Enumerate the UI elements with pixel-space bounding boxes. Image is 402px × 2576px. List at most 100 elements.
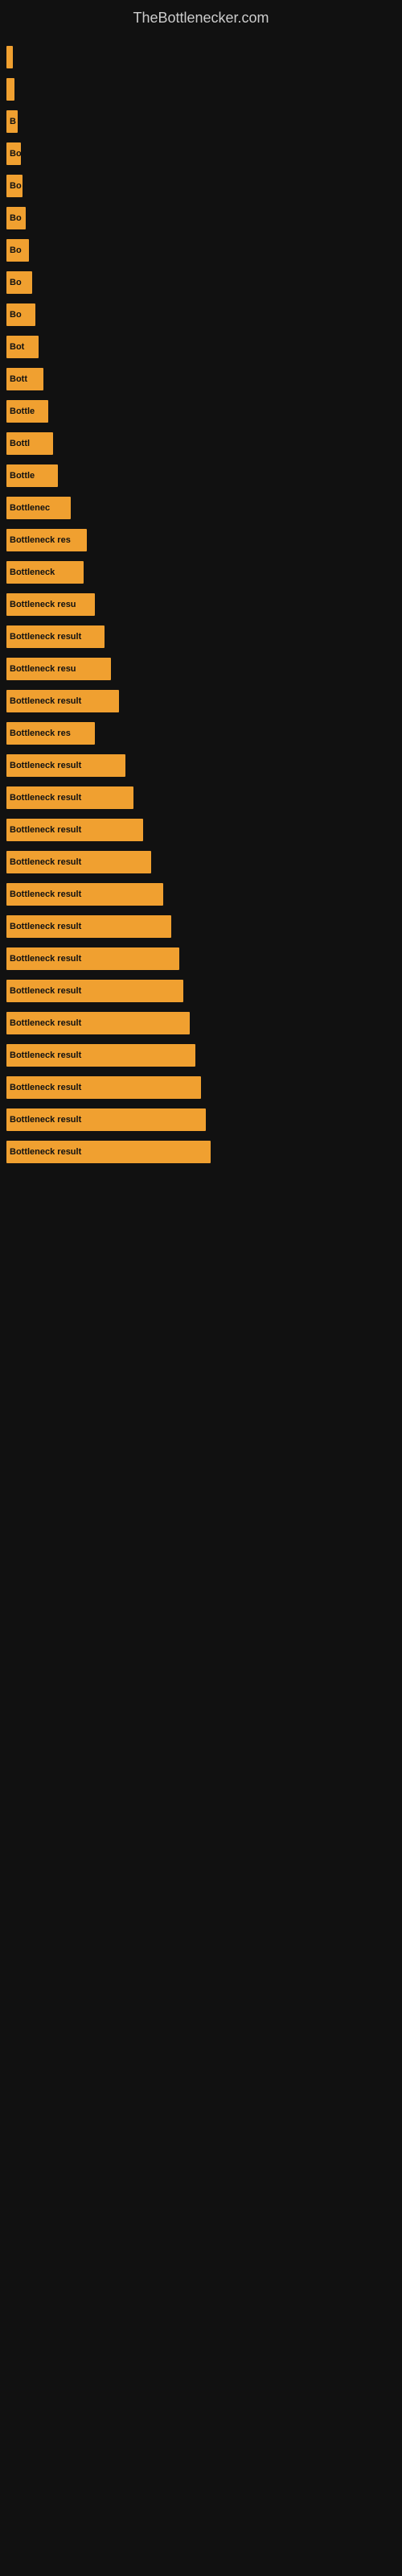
- bar-item: Bottleneck result: [6, 1108, 206, 1131]
- bar-row: Bottleneck result: [6, 1104, 402, 1136]
- bar-item: Bottl: [6, 432, 53, 455]
- bar-label: Bo: [10, 181, 22, 191]
- bar-item: Bo: [6, 239, 29, 262]
- bar-item: Bottleneck result: [6, 690, 119, 712]
- bar-label: Bottleneck: [10, 568, 55, 577]
- bar-item: Bottleneck resu: [6, 658, 111, 680]
- bar-item: Bottleneck result: [6, 786, 133, 809]
- bar-item: Bo: [6, 271, 32, 294]
- bar-item: [6, 78, 14, 101]
- bar-label: Bottleneck res: [10, 729, 71, 738]
- bar-label: Bottleneck resu: [10, 600, 76, 609]
- bar-label: B: [10, 117, 16, 126]
- bar-row: Bottl: [6, 427, 402, 460]
- bar-row: Bottleneck result: [6, 975, 402, 1007]
- bar-row: Bottle: [6, 395, 402, 427]
- bar-row: Bo: [6, 138, 402, 170]
- bar-item: Bottleneck result: [6, 1044, 195, 1067]
- bar-label: Bottlenec: [10, 503, 50, 513]
- bar-label: Bottleneck res: [10, 535, 71, 545]
- bar-row: Bottleneck resu: [6, 653, 402, 685]
- bar-label: Bottleneck result: [10, 793, 81, 803]
- bar-label: Bottleneck result: [10, 1115, 81, 1125]
- bar-item: Bottleneck result: [6, 915, 171, 938]
- bar-label: Bottle: [10, 471, 35, 481]
- bar-item: Bottlenec: [6, 497, 71, 519]
- bar-item: Bottle: [6, 464, 58, 487]
- bars-container: B Bo Bo Bo Bo Bo Bo Bot Bott Bottle Bottl Bottle Bot…: [0, 33, 402, 1168]
- bar-row: Bottleneck result: [6, 782, 402, 814]
- bar-row: [6, 73, 402, 105]
- bar-label: Bottleneck result: [10, 890, 81, 899]
- bar-row: Bottleneck result: [6, 1071, 402, 1104]
- bar-item: Bo: [6, 303, 35, 326]
- bar-label: Bottleneck result: [10, 922, 81, 931]
- bar-item: B: [6, 110, 18, 133]
- bar-item: Bottleneck result: [6, 625, 105, 648]
- bar-item: Bott: [6, 368, 43, 390]
- bar-label: Bo: [10, 213, 22, 223]
- bar-item: Bo: [6, 175, 23, 197]
- bar-row: Bottleneck resu: [6, 588, 402, 621]
- bar-row: Bottleneck result: [6, 878, 402, 910]
- bar-row: Bottleneck res: [6, 717, 402, 749]
- bar-label: Bo: [10, 246, 22, 255]
- bar-label: Bo: [10, 149, 21, 159]
- site-title-bar: TheBottlenecker.com: [0, 0, 402, 33]
- bar-label: Bottleneck result: [10, 825, 81, 835]
- bar-row: Bottleneck result: [6, 749, 402, 782]
- bar-row: Bottleneck result: [6, 1136, 402, 1168]
- bar-item: [6, 46, 13, 68]
- bar-item: Bottleneck result: [6, 1076, 201, 1099]
- bar-item: Bottleneck result: [6, 851, 151, 873]
- bar-label: Bottleneck result: [10, 761, 81, 770]
- bar-item: Bo: [6, 207, 26, 229]
- bar-label: Bo: [10, 310, 22, 320]
- bar-label: Bottleneck result: [10, 857, 81, 867]
- bar-item: Bottleneck result: [6, 947, 179, 970]
- bar-item: Bottleneck result: [6, 819, 143, 841]
- bar-label: Bottleneck result: [10, 1083, 81, 1092]
- bar-row: Bottleneck res: [6, 524, 402, 556]
- bar-row: Bottleneck result: [6, 685, 402, 717]
- bar-label: Bottleneck result: [10, 696, 81, 706]
- bar-row: [6, 41, 402, 73]
- bar-row: Bottleneck: [6, 556, 402, 588]
- bar-item: Bottleneck res: [6, 529, 87, 551]
- bar-row: Bottleneck result: [6, 846, 402, 878]
- bar-row: Bottleneck result: [6, 1039, 402, 1071]
- bar-label: Bott: [10, 374, 27, 384]
- bar-item: Bottleneck result: [6, 1141, 211, 1163]
- bar-item: Bottleneck result: [6, 754, 125, 777]
- bar-row: Bottle: [6, 460, 402, 492]
- bar-item: Bottleneck res: [6, 722, 95, 745]
- bar-item: Bo: [6, 142, 21, 165]
- site-title: TheBottlenecker.com: [0, 0, 402, 33]
- bar-item: Bottleneck result: [6, 980, 183, 1002]
- bar-row: Bottleneck result: [6, 910, 402, 943]
- bar-label: Bo: [10, 278, 22, 287]
- bar-item: Bottleneck resu: [6, 593, 95, 616]
- bar-label: Bottleneck result: [10, 1147, 81, 1157]
- bar-row: Bo: [6, 299, 402, 331]
- bar-label: Bot: [10, 342, 24, 352]
- bar-row: Bo: [6, 170, 402, 202]
- bar-item: Bottleneck result: [6, 1012, 190, 1034]
- bar-label: Bottl: [10, 439, 30, 448]
- bar-row: Bott: [6, 363, 402, 395]
- bar-row: Bo: [6, 234, 402, 266]
- bar-label: Bottleneck result: [10, 954, 81, 964]
- bar-label: Bottleneck resu: [10, 664, 76, 674]
- bar-row: Bottleneck result: [6, 621, 402, 653]
- bar-label: Bottle: [10, 407, 35, 416]
- bar-row: Bo: [6, 202, 402, 234]
- bar-item: Bottle: [6, 400, 48, 423]
- bar-row: Bottlenec: [6, 492, 402, 524]
- bar-label: Bottleneck result: [10, 632, 81, 642]
- bar-row: Bottleneck result: [6, 1007, 402, 1039]
- bar-item: Bot: [6, 336, 39, 358]
- bar-row: Bo: [6, 266, 402, 299]
- bar-item: Bottleneck: [6, 561, 84, 584]
- bar-row: Bottleneck result: [6, 814, 402, 846]
- bar-label: Bottleneck result: [10, 1018, 81, 1028]
